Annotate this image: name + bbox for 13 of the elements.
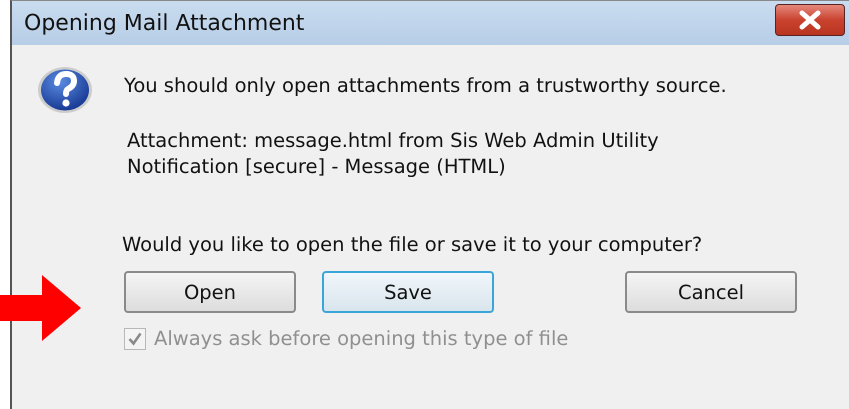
close-button[interactable] <box>775 4 845 36</box>
window-title: Opening Mail Attachment <box>24 10 304 36</box>
question-text: Would you like to open the file or save it to your computer? <box>122 233 704 256</box>
attachment-info-text: Attachment: message.html from Sis Web Admin Utility <box>127 129 660 152</box>
attachment-info-text: Notification [secure] - Message (HTML) <box>127 155 507 178</box>
dialog-button[interactable]: Open <box>124 271 296 313</box>
checkbox-label: Always ask before opening this type of file <box>154 327 568 350</box>
check-icon <box>127 330 143 346</box>
message-text: You should only open attachments from a trustworthy source. <box>124 74 727 97</box>
question-icon <box>36 65 94 115</box>
dialog-button[interactable]: Save <box>322 271 494 313</box>
dialog-button[interactable]: Cancel <box>625 271 797 313</box>
arrow-icon <box>0 275 82 341</box>
